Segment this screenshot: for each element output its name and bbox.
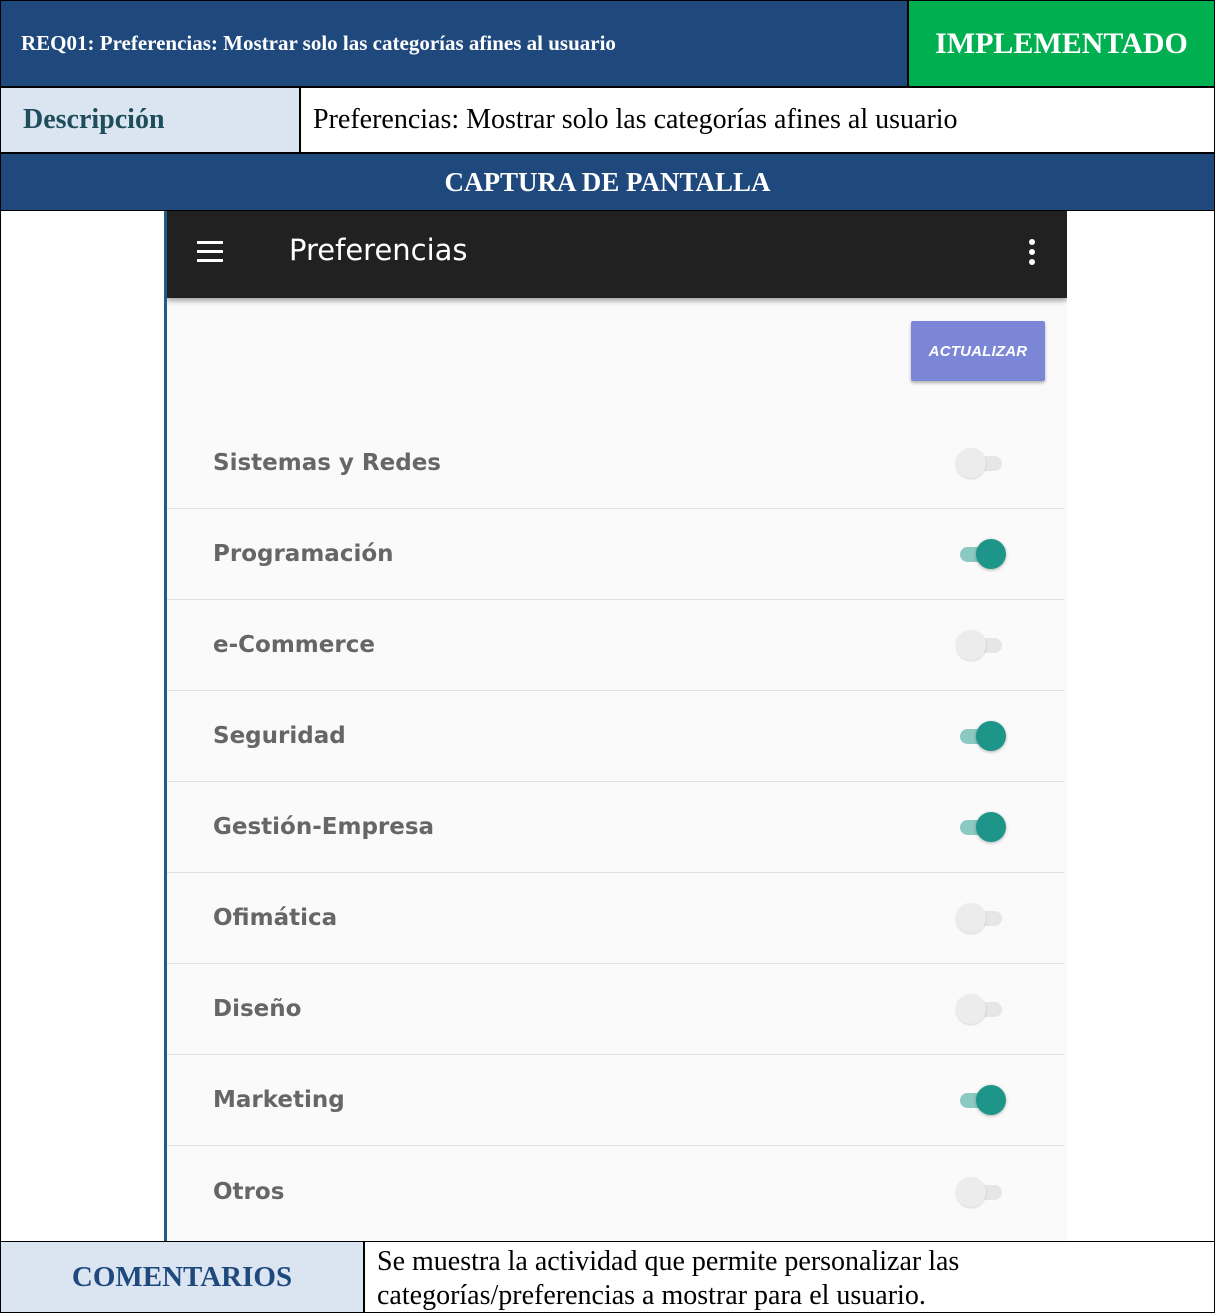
preference-toggle[interactable] xyxy=(956,901,1006,935)
preference-label: Programación xyxy=(213,541,394,567)
hamburger-menu-icon[interactable] xyxy=(197,241,223,265)
toggle-thumb xyxy=(956,1176,986,1207)
comments-label: COMENTARIOS xyxy=(0,1241,364,1313)
toggle-thumb xyxy=(956,903,986,933)
comments-row: COMENTARIOS Se muestra la actividad que … xyxy=(0,1241,1215,1313)
phone-screen: Preferencias ACTUALIZAR Sistemas y Redes… xyxy=(164,211,1067,1241)
preference-row[interactable]: Ofimática xyxy=(167,873,1064,964)
description-value: Preferencias: Mostrar solo las categoría… xyxy=(300,87,1215,153)
preference-toggle[interactable] xyxy=(956,810,1006,844)
preference-toggle[interactable] xyxy=(956,628,1006,662)
preference-row[interactable]: Gestión-Empresa xyxy=(167,782,1064,873)
toggle-thumb xyxy=(976,812,1006,842)
preference-label: Marketing xyxy=(213,1087,345,1113)
preference-label: Sistemas y Redes xyxy=(213,450,441,476)
toggle-thumb xyxy=(956,994,986,1024)
preference-label: Seguridad xyxy=(213,723,346,749)
toggle-thumb xyxy=(956,630,986,660)
preference-label: Ofimática xyxy=(213,905,338,931)
comments-value: Se muestra la actividad que permite pers… xyxy=(364,1241,1215,1313)
preference-row[interactable]: Otros xyxy=(167,1146,1064,1237)
preference-toggle[interactable] xyxy=(956,446,1006,480)
preference-row[interactable]: Seguridad xyxy=(167,691,1064,782)
description-label: Descripción xyxy=(0,87,300,153)
preference-toggle[interactable] xyxy=(956,719,1006,753)
preference-toggle[interactable] xyxy=(956,1175,1006,1209)
screenshot-cell: Preferencias ACTUALIZAR Sistemas y Redes… xyxy=(0,211,1215,1241)
preference-toggle[interactable] xyxy=(956,537,1006,571)
preference-row[interactable]: Sistemas y Redes xyxy=(167,418,1064,509)
preference-row[interactable]: Marketing xyxy=(167,1055,1064,1146)
preference-label: e-Commerce xyxy=(213,632,375,658)
more-vertical-icon[interactable] xyxy=(1029,239,1037,269)
preference-toggle[interactable] xyxy=(956,1083,1006,1117)
toggle-thumb xyxy=(976,721,1006,751)
requirement-header-row: REQ01: Preferencias: Mostrar solo las ca… xyxy=(0,0,1215,87)
preference-label: Gestión-Empresa xyxy=(213,814,435,840)
app-bar: Preferencias xyxy=(167,211,1067,298)
preference-label: Diseño xyxy=(213,996,302,1022)
screenshot-section-header: CAPTURA DE PANTALLA xyxy=(0,153,1215,211)
description-row: Descripción Preferencias: Mostrar solo l… xyxy=(0,87,1215,153)
preference-row[interactable]: e-Commerce xyxy=(167,600,1064,691)
app-title: Preferencias xyxy=(289,233,468,267)
preference-row[interactable]: Programación xyxy=(167,509,1064,600)
toggle-thumb xyxy=(976,1085,1006,1115)
toggle-thumb xyxy=(956,448,986,478)
toggle-thumb xyxy=(976,539,1006,569)
preference-row[interactable]: Diseño xyxy=(167,964,1064,1055)
update-button[interactable]: ACTUALIZAR xyxy=(911,321,1045,381)
requirement-title: REQ01: Preferencias: Mostrar solo las ca… xyxy=(0,0,908,87)
status-badge: IMPLEMENTADO xyxy=(908,0,1215,87)
preference-label: Otros xyxy=(213,1178,285,1205)
preference-toggle[interactable] xyxy=(956,992,1006,1026)
